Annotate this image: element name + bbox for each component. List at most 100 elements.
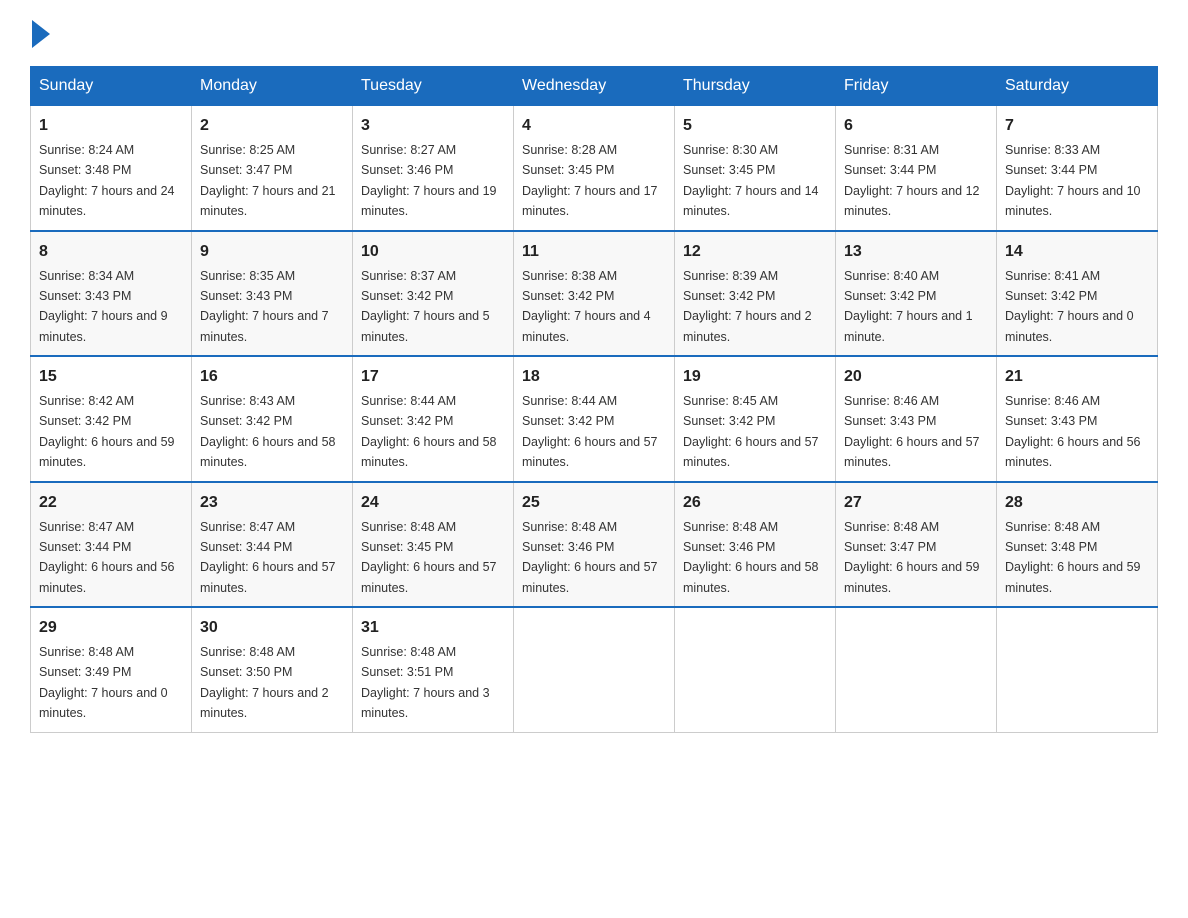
day-number: 26 — [683, 491, 827, 515]
day-number: 5 — [683, 114, 827, 138]
day-info: Sunrise: 8:48 AMSunset: 3:46 PMDaylight:… — [522, 520, 658, 595]
day-info: Sunrise: 8:41 AMSunset: 3:42 PMDaylight:… — [1005, 269, 1134, 344]
header-friday: Friday — [836, 67, 997, 106]
calendar-day-cell — [675, 607, 836, 732]
day-number: 27 — [844, 491, 988, 515]
day-info: Sunrise: 8:33 AMSunset: 3:44 PMDaylight:… — [1005, 143, 1141, 218]
calendar-day-cell: 1 Sunrise: 8:24 AMSunset: 3:48 PMDayligh… — [31, 106, 192, 231]
day-number: 7 — [1005, 114, 1149, 138]
day-number: 22 — [39, 491, 183, 515]
calendar-day-cell: 19 Sunrise: 8:45 AMSunset: 3:42 PMDaylig… — [675, 356, 836, 482]
day-number: 11 — [522, 240, 666, 264]
day-info: Sunrise: 8:34 AMSunset: 3:43 PMDaylight:… — [39, 269, 168, 344]
day-info: Sunrise: 8:48 AMSunset: 3:48 PMDaylight:… — [1005, 520, 1141, 595]
calendar-day-cell: 16 Sunrise: 8:43 AMSunset: 3:42 PMDaylig… — [192, 356, 353, 482]
day-number: 23 — [200, 491, 344, 515]
day-number: 3 — [361, 114, 505, 138]
day-number: 6 — [844, 114, 988, 138]
calendar-day-cell: 5 Sunrise: 8:30 AMSunset: 3:45 PMDayligh… — [675, 106, 836, 231]
day-info: Sunrise: 8:48 AMSunset: 3:45 PMDaylight:… — [361, 520, 497, 595]
day-info: Sunrise: 8:24 AMSunset: 3:48 PMDaylight:… — [39, 143, 175, 218]
day-number: 24 — [361, 491, 505, 515]
header-monday: Monday — [192, 67, 353, 106]
day-number: 19 — [683, 365, 827, 389]
calendar-day-cell: 18 Sunrise: 8:44 AMSunset: 3:42 PMDaylig… — [514, 356, 675, 482]
day-info: Sunrise: 8:44 AMSunset: 3:42 PMDaylight:… — [522, 394, 658, 469]
page-header — [30, 20, 1158, 48]
day-info: Sunrise: 8:48 AMSunset: 3:47 PMDaylight:… — [844, 520, 980, 595]
day-info: Sunrise: 8:46 AMSunset: 3:43 PMDaylight:… — [1005, 394, 1141, 469]
calendar-day-cell: 4 Sunrise: 8:28 AMSunset: 3:45 PMDayligh… — [514, 106, 675, 231]
header-sunday: Sunday — [31, 67, 192, 106]
day-number: 8 — [39, 240, 183, 264]
day-info: Sunrise: 8:35 AMSunset: 3:43 PMDaylight:… — [200, 269, 329, 344]
day-info: Sunrise: 8:47 AMSunset: 3:44 PMDaylight:… — [39, 520, 175, 595]
day-number: 29 — [39, 616, 183, 640]
calendar-week-row: 8 Sunrise: 8:34 AMSunset: 3:43 PMDayligh… — [31, 231, 1158, 357]
calendar-day-cell: 30 Sunrise: 8:48 AMSunset: 3:50 PMDaylig… — [192, 607, 353, 732]
day-info: Sunrise: 8:47 AMSunset: 3:44 PMDaylight:… — [200, 520, 336, 595]
calendar-day-cell: 13 Sunrise: 8:40 AMSunset: 3:42 PMDaylig… — [836, 231, 997, 357]
calendar-header-row: Sunday Monday Tuesday Wednesday Thursday… — [31, 67, 1158, 106]
calendar-day-cell — [997, 607, 1158, 732]
day-info: Sunrise: 8:30 AMSunset: 3:45 PMDaylight:… — [683, 143, 819, 218]
calendar-day-cell: 6 Sunrise: 8:31 AMSunset: 3:44 PMDayligh… — [836, 106, 997, 231]
day-info: Sunrise: 8:48 AMSunset: 3:50 PMDaylight:… — [200, 645, 329, 720]
logo-arrow-icon — [32, 20, 50, 48]
day-number: 9 — [200, 240, 344, 264]
day-info: Sunrise: 8:43 AMSunset: 3:42 PMDaylight:… — [200, 394, 336, 469]
day-number: 4 — [522, 114, 666, 138]
calendar-day-cell: 12 Sunrise: 8:39 AMSunset: 3:42 PMDaylig… — [675, 231, 836, 357]
day-info: Sunrise: 8:48 AMSunset: 3:51 PMDaylight:… — [361, 645, 490, 720]
day-info: Sunrise: 8:44 AMSunset: 3:42 PMDaylight:… — [361, 394, 497, 469]
day-number: 10 — [361, 240, 505, 264]
calendar-day-cell: 10 Sunrise: 8:37 AMSunset: 3:42 PMDaylig… — [353, 231, 514, 357]
calendar-day-cell: 3 Sunrise: 8:27 AMSunset: 3:46 PMDayligh… — [353, 106, 514, 231]
calendar-day-cell: 7 Sunrise: 8:33 AMSunset: 3:44 PMDayligh… — [997, 106, 1158, 231]
calendar-day-cell: 28 Sunrise: 8:48 AMSunset: 3:48 PMDaylig… — [997, 482, 1158, 608]
day-number: 14 — [1005, 240, 1149, 264]
day-number: 28 — [1005, 491, 1149, 515]
day-info: Sunrise: 8:31 AMSunset: 3:44 PMDaylight:… — [844, 143, 980, 218]
calendar-day-cell: 21 Sunrise: 8:46 AMSunset: 3:43 PMDaylig… — [997, 356, 1158, 482]
day-info: Sunrise: 8:37 AMSunset: 3:42 PMDaylight:… — [361, 269, 490, 344]
day-info: Sunrise: 8:45 AMSunset: 3:42 PMDaylight:… — [683, 394, 819, 469]
day-info: Sunrise: 8:42 AMSunset: 3:42 PMDaylight:… — [39, 394, 175, 469]
day-number: 25 — [522, 491, 666, 515]
day-info: Sunrise: 8:48 AMSunset: 3:46 PMDaylight:… — [683, 520, 819, 595]
day-number: 15 — [39, 365, 183, 389]
day-number: 30 — [200, 616, 344, 640]
calendar-day-cell: 14 Sunrise: 8:41 AMSunset: 3:42 PMDaylig… — [997, 231, 1158, 357]
day-number: 31 — [361, 616, 505, 640]
calendar-day-cell: 17 Sunrise: 8:44 AMSunset: 3:42 PMDaylig… — [353, 356, 514, 482]
calendar-day-cell: 9 Sunrise: 8:35 AMSunset: 3:43 PMDayligh… — [192, 231, 353, 357]
calendar-day-cell: 2 Sunrise: 8:25 AMSunset: 3:47 PMDayligh… — [192, 106, 353, 231]
calendar-day-cell: 27 Sunrise: 8:48 AMSunset: 3:47 PMDaylig… — [836, 482, 997, 608]
header-saturday: Saturday — [997, 67, 1158, 106]
header-thursday: Thursday — [675, 67, 836, 106]
header-tuesday: Tuesday — [353, 67, 514, 106]
calendar-day-cell: 31 Sunrise: 8:48 AMSunset: 3:51 PMDaylig… — [353, 607, 514, 732]
day-info: Sunrise: 8:28 AMSunset: 3:45 PMDaylight:… — [522, 143, 658, 218]
calendar-day-cell: 23 Sunrise: 8:47 AMSunset: 3:44 PMDaylig… — [192, 482, 353, 608]
calendar-day-cell: 24 Sunrise: 8:48 AMSunset: 3:45 PMDaylig… — [353, 482, 514, 608]
day-number: 20 — [844, 365, 988, 389]
calendar-day-cell: 29 Sunrise: 8:48 AMSunset: 3:49 PMDaylig… — [31, 607, 192, 732]
day-info: Sunrise: 8:38 AMSunset: 3:42 PMDaylight:… — [522, 269, 651, 344]
calendar-day-cell: 25 Sunrise: 8:48 AMSunset: 3:46 PMDaylig… — [514, 482, 675, 608]
calendar-day-cell: 26 Sunrise: 8:48 AMSunset: 3:46 PMDaylig… — [675, 482, 836, 608]
day-info: Sunrise: 8:25 AMSunset: 3:47 PMDaylight:… — [200, 143, 336, 218]
logo — [30, 20, 52, 48]
calendar-day-cell — [836, 607, 997, 732]
day-number: 2 — [200, 114, 344, 138]
day-number: 1 — [39, 114, 183, 138]
day-number: 13 — [844, 240, 988, 264]
calendar-day-cell — [514, 607, 675, 732]
calendar-table: Sunday Monday Tuesday Wednesday Thursday… — [30, 66, 1158, 733]
calendar-week-row: 15 Sunrise: 8:42 AMSunset: 3:42 PMDaylig… — [31, 356, 1158, 482]
day-info: Sunrise: 8:48 AMSunset: 3:49 PMDaylight:… — [39, 645, 168, 720]
calendar-day-cell: 8 Sunrise: 8:34 AMSunset: 3:43 PMDayligh… — [31, 231, 192, 357]
day-info: Sunrise: 8:46 AMSunset: 3:43 PMDaylight:… — [844, 394, 980, 469]
calendar-day-cell: 15 Sunrise: 8:42 AMSunset: 3:42 PMDaylig… — [31, 356, 192, 482]
header-wednesday: Wednesday — [514, 67, 675, 106]
